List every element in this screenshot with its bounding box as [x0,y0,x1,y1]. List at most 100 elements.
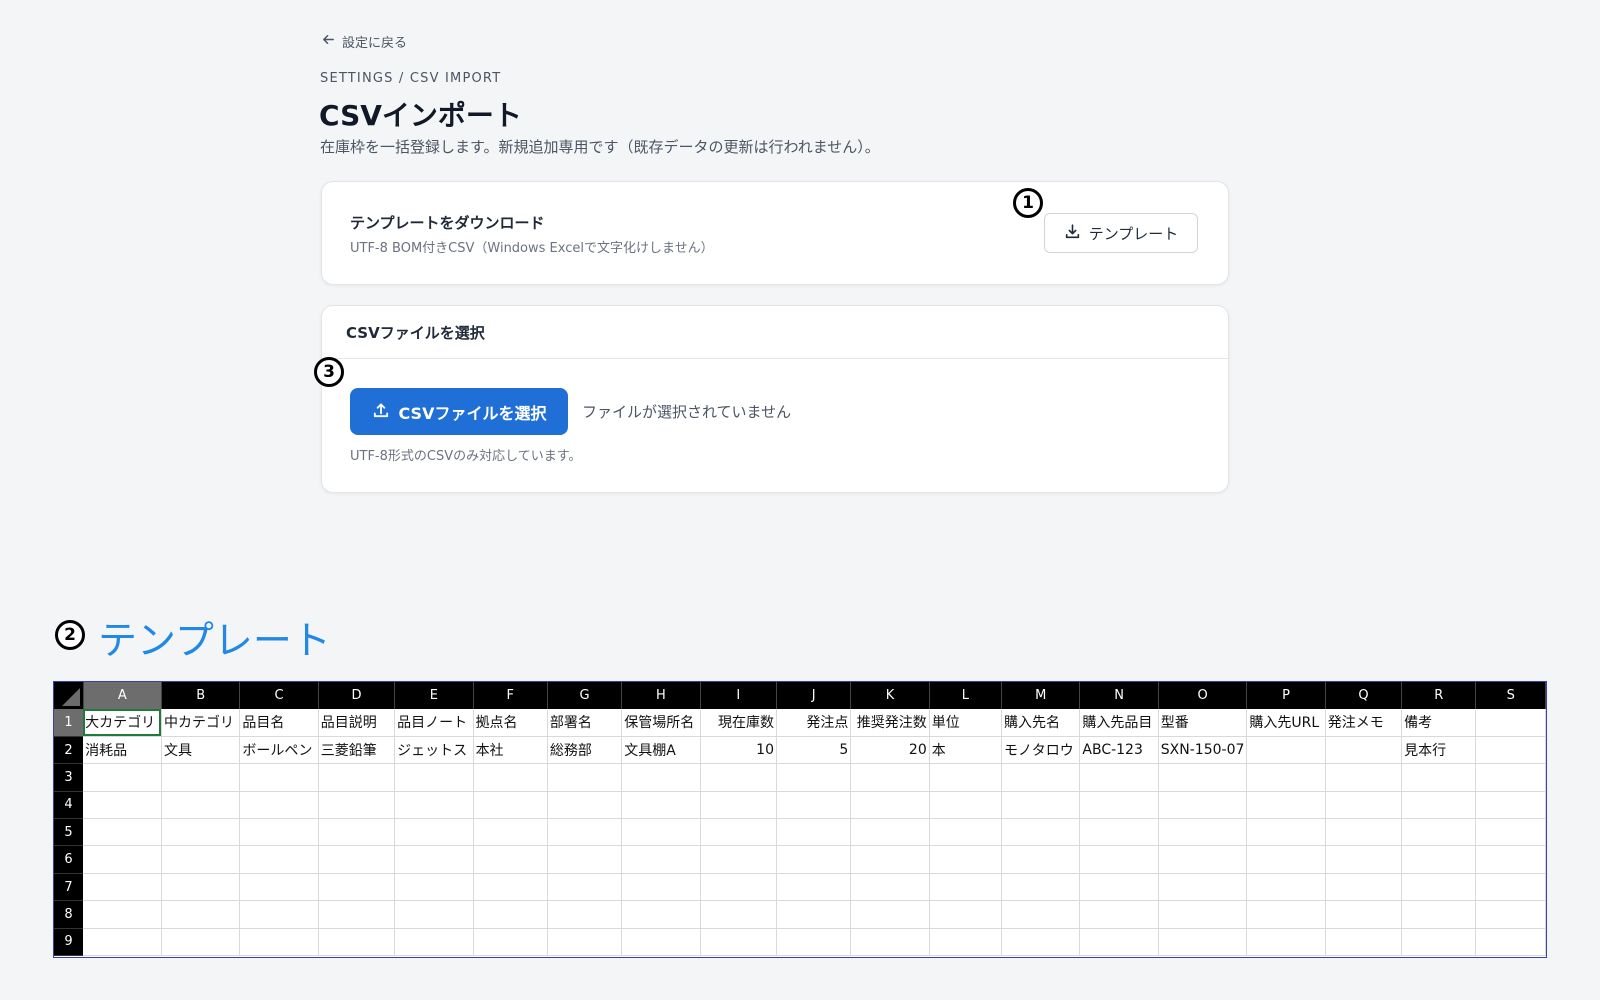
column-header[interactable]: O [1158,682,1248,709]
sheet-cell[interactable] [1079,763,1159,792]
sheet-cell[interactable] [700,791,778,820]
sheet-cell[interactable]: SXN-150-07 [1158,736,1248,765]
sheet-cell[interactable]: 推奨発注数 [850,709,930,737]
sheet-cell[interactable]: 部署名 [547,709,623,737]
sheet-cell[interactable] [1158,845,1248,874]
sheet-cell[interactable]: ボールペン [239,736,319,765]
sheet-cell[interactable] [547,845,623,874]
sheet-cell[interactable] [1325,736,1403,765]
sheet-cell[interactable] [1475,845,1546,874]
sheet-cell[interactable] [1079,818,1159,847]
row-header[interactable]: 9 [54,928,84,957]
sheet-cell[interactable] [929,900,1003,929]
row-header[interactable]: 2 [54,736,84,765]
sheet-cell[interactable] [621,873,701,902]
sheet-cell[interactable] [239,791,319,820]
sheet-cell[interactable]: 品目ノート [394,709,474,737]
sheet-cell[interactable]: 文具 [161,736,241,765]
sheet-cell[interactable] [394,845,474,874]
sheet-cell[interactable] [850,845,930,874]
sheet-cell[interactable] [83,763,162,792]
sheet-cell[interactable]: 拠点名 [473,709,548,737]
sheet-cell[interactable] [1158,818,1248,847]
sheet-cell[interactable] [850,900,930,929]
sheet-cell[interactable]: 三菱鉛筆 [318,736,396,765]
sheet-cell[interactable]: 型番 [1158,709,1248,737]
sheet-cell[interactable] [1325,791,1403,820]
sheet-cell[interactable]: 本 [929,736,1003,765]
sheet-cell[interactable] [161,845,241,874]
sheet-cell[interactable]: 本社 [473,736,548,765]
sheet-cell[interactable]: 備考 [1401,709,1477,737]
sheet-cell[interactable] [239,818,319,847]
sheet-cell[interactable] [700,763,778,792]
sheet-cell[interactable] [1401,928,1477,957]
sheet-cell[interactable] [1001,763,1081,792]
sheet-cell[interactable] [929,873,1003,902]
sheet-cell[interactable] [1475,763,1546,792]
sheet-cell[interactable] [1001,791,1081,820]
sheet-cell[interactable] [318,845,396,874]
sheet-cell[interactable] [1325,873,1403,902]
sheet-cell[interactable]: 総務部 [547,736,623,765]
sheet-cell[interactable]: 購入先品目 [1079,709,1159,737]
sheet-cell[interactable]: 5 [776,736,852,765]
sheet-cell[interactable] [473,818,548,847]
sheet-cell[interactable] [318,928,396,957]
sheet-cell[interactable]: 20 [850,736,930,765]
sheet-cell[interactable] [161,900,241,929]
sheet-cell[interactable] [1401,791,1477,820]
sheet-cell[interactable] [83,791,162,820]
sheet-cell[interactable] [239,763,319,792]
sheet-cell[interactable]: 見本行 [1401,736,1477,765]
sheet-cell[interactable] [929,845,1003,874]
sheet-cell[interactable] [1158,873,1248,902]
sheet-cell[interactable] [161,763,241,792]
sheet-cell[interactable] [547,873,623,902]
sheet-cell[interactable] [318,763,396,792]
sheet-cell[interactable] [776,900,852,929]
sheet-cell[interactable] [239,900,319,929]
sheet-cell[interactable] [161,818,241,847]
row-header[interactable]: 8 [54,900,84,929]
sheet-cell[interactable] [929,818,1003,847]
sheet-cell[interactable] [394,873,474,902]
sheet-cell[interactable]: 購入先名 [1001,709,1081,737]
sheet-cell[interactable] [1079,873,1159,902]
sheet-cell[interactable] [318,818,396,847]
sheet-cell[interactable] [700,818,778,847]
sheet-cell[interactable] [700,845,778,874]
sheet-cell[interactable]: 品目名 [239,709,319,737]
sheet-cell[interactable] [776,791,852,820]
sheet-cell[interactable]: モノタロウ [1001,736,1081,765]
sheet-cell[interactable] [776,873,852,902]
column-header[interactable]: F [473,682,548,709]
sheet-cell[interactable] [1079,791,1159,820]
sheet-cell[interactable] [621,818,701,847]
sheet-cell[interactable]: 保管場所名 [621,709,701,737]
sheet-cell[interactable]: 10 [700,736,778,765]
sheet-cell[interactable]: 現在庫数 [700,709,778,737]
sheet-cell[interactable]: 発注点 [776,709,852,737]
row-header[interactable]: 5 [54,818,84,847]
column-header[interactable]: G [547,682,623,709]
sheet-cell[interactable] [1001,900,1081,929]
sheet-cell[interactable]: 中カテゴリ [161,709,241,737]
sheet-cell[interactable]: 購入先URL [1246,709,1326,737]
sheet-cell[interactable] [700,928,778,957]
sheet-cell[interactable] [1475,818,1546,847]
sheet-cell[interactable] [239,873,319,902]
sheet-cell[interactable] [1246,818,1326,847]
sheet-cell[interactable] [1079,928,1159,957]
sheet-cell[interactable] [621,763,701,792]
sheet-cell[interactable] [318,791,396,820]
sheet-cell[interactable] [1325,845,1403,874]
row-header[interactable]: 4 [54,791,84,820]
row-header[interactable]: 3 [54,763,84,792]
sheet-cell[interactable]: 文具棚A [621,736,701,765]
sheet-cell[interactable] [547,900,623,929]
sheet-cell[interactable] [1158,763,1248,792]
sheet-cell[interactable] [83,818,162,847]
sheet-cell[interactable] [776,763,852,792]
sheet-cell[interactable] [1401,873,1477,902]
